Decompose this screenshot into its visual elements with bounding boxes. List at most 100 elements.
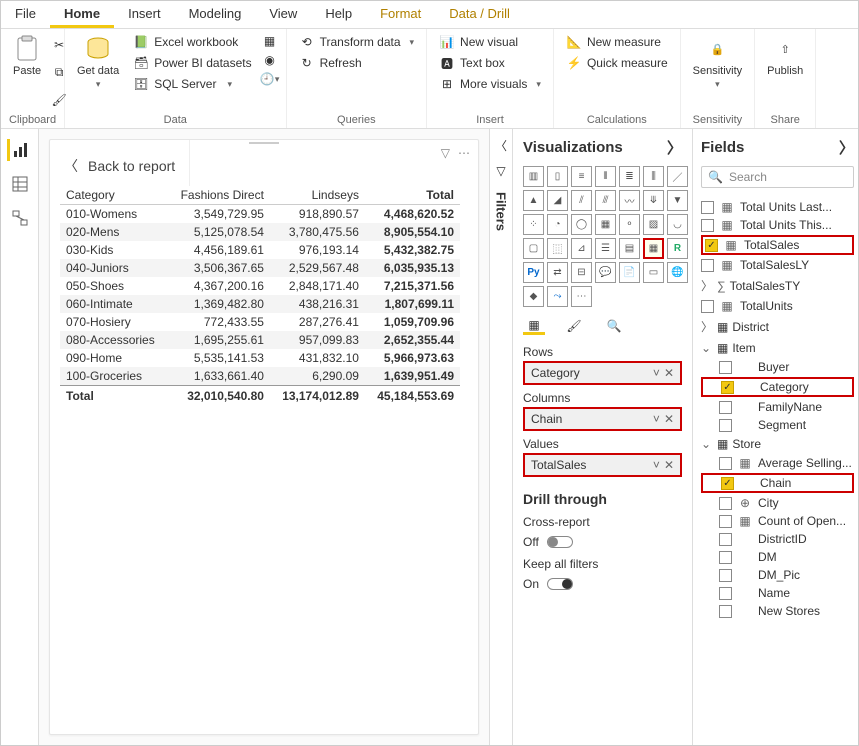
drag-handle[interactable]: [249, 140, 279, 144]
dataverse-icon[interactable]: ◉: [262, 52, 278, 68]
values-well[interactable]: TotalSales˅✕: [523, 453, 682, 477]
viz-card[interactable]: ▢: [523, 238, 544, 259]
viz-clustered-bar[interactable]: ≡: [571, 166, 592, 187]
analytics-tab[interactable]: 🔍: [603, 317, 625, 335]
viz-filled-map[interactable]: ▨: [643, 214, 664, 235]
remove-icon[interactable]: ✕: [664, 366, 674, 380]
viz-kpi[interactable]: ⊿: [571, 238, 592, 259]
tab-modeling[interactable]: Modeling: [175, 1, 256, 28]
col-header[interactable]: Total: [365, 186, 460, 205]
col-header[interactable]: Lindseys: [270, 186, 365, 205]
data-view-icon[interactable]: [9, 173, 31, 195]
table-row[interactable]: 100-Groceries1,633,661.406,290.091,639,9…: [60, 367, 460, 386]
viz-automate[interactable]: ⤳: [547, 286, 568, 307]
more-icon[interactable]: ⋯: [458, 146, 470, 160]
tab-format[interactable]: Format: [366, 1, 435, 28]
viz-stacked-bar[interactable]: ▥: [523, 166, 544, 187]
paste-button[interactable]: Paste: [9, 33, 45, 112]
chevron-down-icon[interactable]: ˅: [653, 412, 660, 426]
field-avgselling[interactable]: ▦Average Selling...: [701, 454, 854, 472]
filter-icon[interactable]: ▽: [441, 146, 450, 160]
viz-multi-card[interactable]: ⿲: [547, 238, 568, 259]
field-familyname[interactable]: FamilyNane: [701, 398, 854, 416]
viz-line-clustered[interactable]: ⫻: [595, 190, 616, 211]
chevron-down-icon[interactable]: ˅: [653, 366, 660, 380]
viz-table[interactable]: ▤: [619, 238, 640, 259]
viz-line[interactable]: ／: [667, 166, 688, 187]
viz-key-influencers[interactable]: ⇄: [547, 262, 568, 283]
textbox-button[interactable]: 🅰Text box: [435, 54, 545, 72]
publish-button[interactable]: ⇧ Publish: [763, 33, 807, 112]
viz-r[interactable]: R: [667, 238, 688, 259]
enterdata-icon[interactable]: ▦: [262, 33, 278, 49]
viz-getmore[interactable]: ⋯: [571, 286, 592, 307]
rows-well[interactable]: Category˅✕: [523, 361, 682, 385]
newvisual-button[interactable]: 📊New visual: [435, 33, 545, 51]
field-segment[interactable]: Segment: [701, 416, 854, 434]
morevisuals-button[interactable]: ⊞More visuals▾: [435, 75, 545, 93]
viz-area[interactable]: ▲: [523, 190, 544, 211]
transform-button[interactable]: ⟲Transform data▾: [295, 33, 418, 51]
chevron-right-icon[interactable]: 〉: [667, 137, 682, 158]
table-row[interactable]: 060-Intimate1,369,482.80438,216.311,807,…: [60, 295, 460, 313]
newmeasure-button[interactable]: 📐New measure: [562, 33, 672, 51]
col-header[interactable]: Fashions Direct: [168, 186, 270, 205]
viz-paginated[interactable]: ▭: [643, 262, 664, 283]
chevron-right-icon[interactable]: 〉: [839, 137, 854, 158]
field-totalsales[interactable]: ▦TotalSales: [701, 235, 854, 255]
viz-clustered-column[interactable]: ⫴: [595, 166, 616, 187]
table-row[interactable]: 030-Kids4,456,189.61976,193.145,432,382.…: [60, 241, 460, 259]
sqlserver-button[interactable]: 🗄SQL Server▾: [129, 75, 255, 93]
back-to-report[interactable]: 〈 Back to report: [50, 140, 190, 186]
col-header[interactable]: Category: [60, 186, 168, 205]
field-totalsalesly[interactable]: ▦TotalSalesLY: [701, 256, 854, 274]
viz-waterfall[interactable]: ⤋: [643, 190, 664, 211]
viz-python[interactable]: Py: [523, 262, 544, 283]
table-item[interactable]: ⌄▦Item: [701, 338, 854, 358]
table-district[interactable]: 〉▦District: [701, 315, 854, 338]
viz-line-stacked[interactable]: ⫽: [571, 190, 592, 211]
crossreport-toggle[interactable]: [547, 536, 573, 548]
quickmeasure-button[interactable]: ⚡Quick measure: [562, 54, 672, 72]
field-totalunitslast[interactable]: ▦Total Units Last...: [701, 198, 854, 216]
tab-file[interactable]: File: [1, 1, 50, 28]
excel-button[interactable]: 📗Excel workbook: [129, 33, 255, 51]
viz-arcgis[interactable]: 🌐: [667, 262, 688, 283]
format-tab[interactable]: 🖌: [563, 317, 585, 335]
model-view-icon[interactable]: [9, 207, 31, 229]
viz-map[interactable]: ⚬: [619, 214, 640, 235]
field-name[interactable]: Name: [701, 584, 854, 602]
viz-scatter[interactable]: ⁘: [523, 214, 544, 235]
viz-donut[interactable]: ◯: [571, 214, 592, 235]
viz-slicer[interactable]: ☰: [595, 238, 616, 259]
tab-view[interactable]: View: [255, 1, 311, 28]
sensitivity-button[interactable]: 🔒 Sensitivity▾: [689, 33, 747, 112]
table-row[interactable]: 010-Womens3,549,729.95918,890.574,468,62…: [60, 205, 460, 224]
viz-stacked-area[interactable]: ◢: [547, 190, 568, 211]
columns-well[interactable]: Chain˅✕: [523, 407, 682, 431]
viz-treemap[interactable]: ▦: [595, 214, 616, 235]
viz-qna[interactable]: 💬: [595, 262, 616, 283]
field-newstores[interactable]: New Stores: [701, 602, 854, 620]
report-view-icon[interactable]: [7, 139, 29, 161]
viz-decomposition[interactable]: ⊟: [571, 262, 592, 283]
field-chain[interactable]: Chain: [701, 473, 854, 493]
table-row[interactable]: 040-Juniors3,506,367.652,529,567.486,035…: [60, 259, 460, 277]
recent-icon[interactable]: 🕘▾: [262, 71, 278, 87]
remove-icon[interactable]: ✕: [664, 458, 674, 472]
table-row[interactable]: 020-Mens5,125,078.543,780,475.568,905,55…: [60, 223, 460, 241]
pbidatasets-button[interactable]: 🗃Power BI datasets: [129, 54, 255, 72]
viz-powerapps[interactable]: ◆: [523, 286, 544, 307]
table-row[interactable]: 070-Hosiery772,433.55287,276.411,059,709…: [60, 313, 460, 331]
viz-ribbon[interactable]: 〰: [619, 190, 640, 211]
viz-funnel[interactable]: ▼: [667, 190, 688, 211]
chevron-down-icon[interactable]: ˅: [653, 458, 660, 472]
fields-tab[interactable]: ▦: [523, 317, 545, 335]
field-totalunitsthis[interactable]: ▦Total Units This...: [701, 216, 854, 234]
filters-pane-collapsed[interactable]: 〈 ▽ Filters: [489, 129, 513, 745]
viz-pie[interactable]: ◔: [547, 214, 568, 235]
viz-100-bar[interactable]: ≣: [619, 166, 640, 187]
field-buyer[interactable]: Buyer: [701, 358, 854, 376]
table-row[interactable]: 080-Accessories1,695,255.61957,099.832,6…: [60, 331, 460, 349]
refresh-button[interactable]: ↻Refresh: [295, 54, 418, 72]
